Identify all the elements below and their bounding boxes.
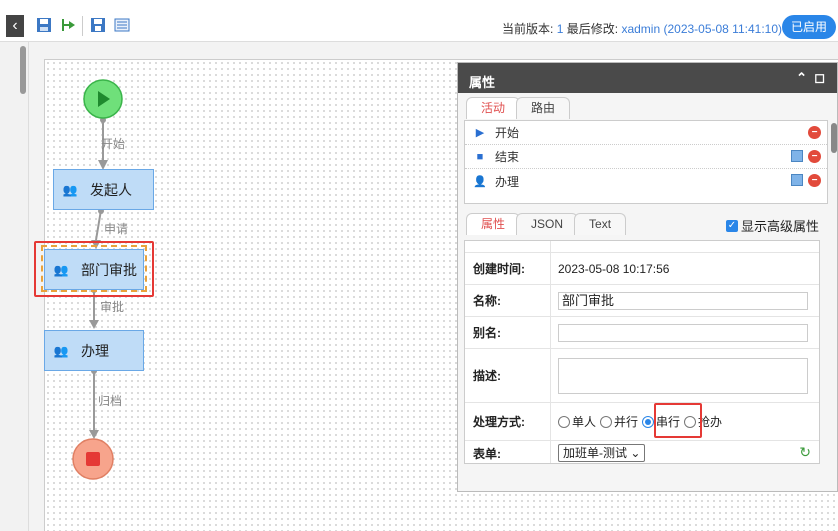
edge-label-apply: 申请 [104, 222, 129, 236]
list-item[interactable]: ▶ 开始 − [465, 121, 827, 145]
workflow-designer: ‹ 当前版本: 1 最后修改: xadmin (2023-05-08 11:41… [0, 0, 838, 531]
highlight-box-node [34, 241, 154, 297]
panel-header: 属性 ⌃ ◻ [458, 63, 837, 93]
prop-label: 表单: [465, 441, 551, 463]
save-as-icon[interactable] [90, 17, 106, 33]
delete-icon[interactable]: − [808, 126, 821, 139]
activity-list: ▶ 开始 − ■ 结束 − 👤 办理 − [464, 120, 837, 204]
user-icon: 👤 [473, 175, 487, 188]
prop-row-desc: 描述: [465, 349, 819, 403]
prop-row-form: 表单: 加班单-测试 ⌄ ↻ [465, 441, 819, 463]
form-select[interactable]: 加班单-测试 ⌄ [558, 444, 646, 462]
name-input[interactable]: 部门审批 [558, 291, 808, 310]
collapse-icon[interactable]: ‹ [6, 15, 24, 37]
property-tabs: 属性 JSON Text [466, 213, 627, 235]
radio-circle-selected [642, 415, 655, 428]
delete-icon[interactable]: − [808, 150, 821, 163]
enabled-status-button[interactable]: 已启用 [781, 15, 836, 39]
workflow-node-initiator[interactable]: 👥 发起人 [53, 169, 154, 210]
tab-text[interactable]: Text [574, 213, 627, 235]
radio-label: 单人 [572, 415, 597, 429]
prop-row-top [465, 241, 819, 253]
save-icon[interactable] [36, 17, 52, 33]
node-label: 办理 [81, 342, 109, 359]
version-info: 当前版本: 1 最后修改: xadmin (2023-05-08 11:41:1… [502, 20, 782, 37]
workflow-node-handle[interactable]: 👥 办理 [44, 330, 144, 371]
list-scrollbar[interactable] [831, 123, 837, 153]
version-value: 1 [556, 22, 564, 36]
property-grid: 创建时间: 2023-05-08 10:17:56 名称: 部门审批 别名: 描… [464, 240, 820, 464]
radio-label: 并行 [614, 415, 639, 429]
refresh-icon[interactable]: ↻ [799, 444, 811, 461]
prop-created-value: 2023-05-08 10:17:56 [558, 261, 670, 276]
version-label: 当前版本: [502, 22, 554, 36]
advanced-label: 显示高级属性 [740, 219, 819, 234]
tab-properties[interactable]: 属性 [466, 213, 521, 235]
flow-connect-icon[interactable] [60, 17, 76, 33]
play-icon: ▶ [475, 127, 485, 139]
prop-label: 名称: [465, 285, 551, 316]
tab-routing[interactable]: 路由 [516, 97, 571, 119]
maximize-icon[interactable]: ◻ [814, 70, 825, 85]
activity-tabs: 活动 路由 [466, 97, 571, 119]
prop-label: 处理方式: [465, 403, 551, 440]
toolbar-divider [82, 16, 83, 36]
advanced-props-checkbox[interactable]: ✓ 显示高级属性 [725, 216, 819, 235]
copy-icon[interactable] [791, 174, 803, 186]
list-view-icon[interactable] [114, 17, 130, 33]
chevron-down-icon: ⌄ [630, 446, 641, 460]
edge-label-approve: 审批 [100, 300, 125, 314]
collapse-up-icon[interactable]: ⌃ [796, 70, 807, 85]
prop-label: 创建时间: [465, 253, 551, 284]
prop-row-created: 创建时间: 2023-05-08 10:17:56 [465, 253, 819, 285]
edge-label-start: 开始 [101, 137, 126, 151]
left-gutter [0, 42, 29, 531]
panel-title: 属性 [469, 75, 496, 90]
prop-label: 别名: [465, 317, 551, 348]
activity-label: 开始 [495, 126, 520, 140]
checkmark-icon: ✓ [725, 219, 738, 232]
radio-single[interactable]: 单人 [558, 413, 596, 430]
canvas-scrollbar[interactable] [20, 46, 26, 94]
node-label: 发起人 [90, 181, 132, 198]
delete-icon[interactable]: − [808, 174, 821, 187]
users-icon: 👥 [53, 343, 69, 358]
users-icon: 👥 [62, 182, 78, 197]
prop-row-alias: 别名: [465, 317, 819, 349]
copy-icon[interactable] [791, 150, 803, 162]
tab-json[interactable]: JSON [516, 213, 579, 235]
activity-label: 结束 [495, 150, 520, 164]
prop-row-name: 名称: 部门审批 [465, 285, 819, 317]
list-item[interactable]: 👤 办理 − [465, 169, 827, 193]
alias-input[interactable] [558, 323, 808, 342]
radio-circle [558, 415, 570, 428]
square-icon: ■ [476, 150, 484, 163]
prop-row-mode: 处理方式: 单人 并行 串行 抢办 [465, 403, 819, 441]
tab-activity[interactable]: 活动 [466, 97, 521, 119]
radio-parallel[interactable]: 并行 [600, 413, 638, 430]
properties-panel: 属性 ⌃ ◻ 活动 路由 ▶ 开始 − ■ 结束 − 👤 办理 − 属性 JSO… [457, 62, 838, 492]
modified-value: xadmin (2023-05-08 11:41:10) [621, 22, 782, 36]
form-select-value: 加班单-测试 [563, 446, 627, 460]
edge-label-archive: 归档 [98, 394, 123, 408]
prop-label: 描述: [465, 349, 551, 402]
list-item[interactable]: ■ 结束 − [465, 145, 827, 169]
highlight-box-serial [654, 403, 702, 438]
description-textarea[interactable] [558, 357, 808, 394]
radio-circle [600, 415, 613, 428]
activity-label: 办理 [495, 174, 520, 189]
modified-label: 最后修改: [566, 22, 619, 36]
